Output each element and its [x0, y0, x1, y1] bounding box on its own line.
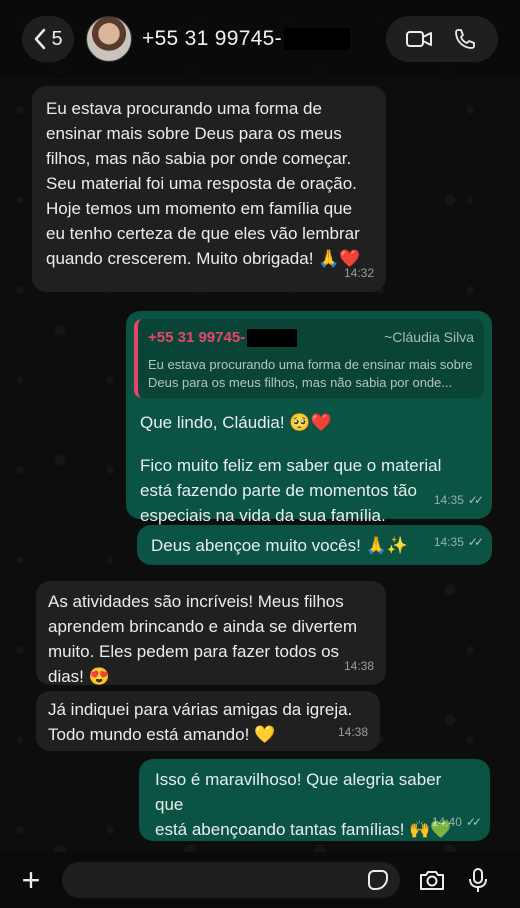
microphone-icon[interactable]	[464, 866, 492, 894]
chat-header: 5 +55 31 99745-	[0, 0, 520, 78]
quote-text: Eu estava procurando uma forma de ensina…	[148, 357, 473, 390]
message-time: 14:35	[433, 535, 464, 549]
camera-icon[interactable]	[418, 866, 446, 894]
message-text: Isso é maravilhoso! Que alegria saber qu…	[155, 770, 452, 839]
message-incoming[interactable]: Já indiquei para várias amigas da igreja…	[36, 691, 380, 751]
plus-icon[interactable]: +	[16, 864, 46, 896]
redaction-bar	[283, 28, 350, 50]
message-text: Já indiquei para várias amigas da igreja…	[48, 700, 353, 744]
chevron-left-icon	[35, 28, 46, 50]
avatar[interactable]	[86, 16, 132, 62]
unread-count: 5	[51, 27, 63, 50]
message-time: 14:35	[433, 493, 464, 507]
contact-name[interactable]: +55 31 99745-	[142, 27, 350, 51]
double-check-icon: ✓✓	[465, 815, 482, 829]
quote-sender-name: ~Cláudia Silva	[384, 329, 474, 345]
phone-icon[interactable]	[451, 27, 479, 51]
message-text: Deus abençoe muito vocês! 🙏✨	[151, 536, 408, 555]
message-outgoing-reply[interactable]: +55 31 99745- ~Cláudia Silva Eu estava p…	[126, 311, 492, 525]
message-time: 14:40	[431, 815, 462, 829]
message-outgoing[interactable]: Deus abençoe muito vocês! 🙏✨ 14:35 ✓✓	[137, 525, 492, 565]
message-incoming[interactable]: Eu estava procurando uma forma de ensina…	[32, 86, 386, 292]
double-check-icon: ✓✓	[467, 535, 484, 549]
quoted-message[interactable]: +55 31 99745- ~Cláudia Silva Eu estava p…	[134, 319, 484, 398]
double-check-icon: ✓✓	[467, 493, 484, 507]
message-time: 14:32	[343, 266, 374, 280]
message-text: Que lindo, Cláudia! 🥺❤️	[140, 413, 332, 432]
video-call-icon[interactable]	[405, 27, 433, 51]
back-button[interactable]: 5	[22, 16, 74, 62]
contact-number: +55 31 99745-	[142, 27, 282, 50]
quote-sender-number: +55 31 99745-	[148, 329, 246, 346]
message-time: 14:38	[337, 725, 368, 739]
sticker-icon[interactable]	[368, 870, 388, 890]
message-outgoing[interactable]: Isso é maravilhoso! Que alegria saber qu…	[139, 759, 490, 841]
redaction-bar	[247, 328, 298, 347]
message-text: Eu estava procurando uma forma de ensina…	[46, 99, 361, 268]
message-composer: +	[0, 852, 520, 908]
message-time: 14:38	[343, 659, 374, 673]
message-text: Fico muito feliz em saber que o material…	[140, 456, 442, 525]
message-text: As atividades são incríveis! Meus filhos…	[48, 592, 358, 686]
message-incoming[interactable]: As atividades são incríveis! Meus filhos…	[36, 581, 386, 686]
call-actions	[386, 16, 498, 62]
message-input[interactable]	[62, 862, 400, 898]
